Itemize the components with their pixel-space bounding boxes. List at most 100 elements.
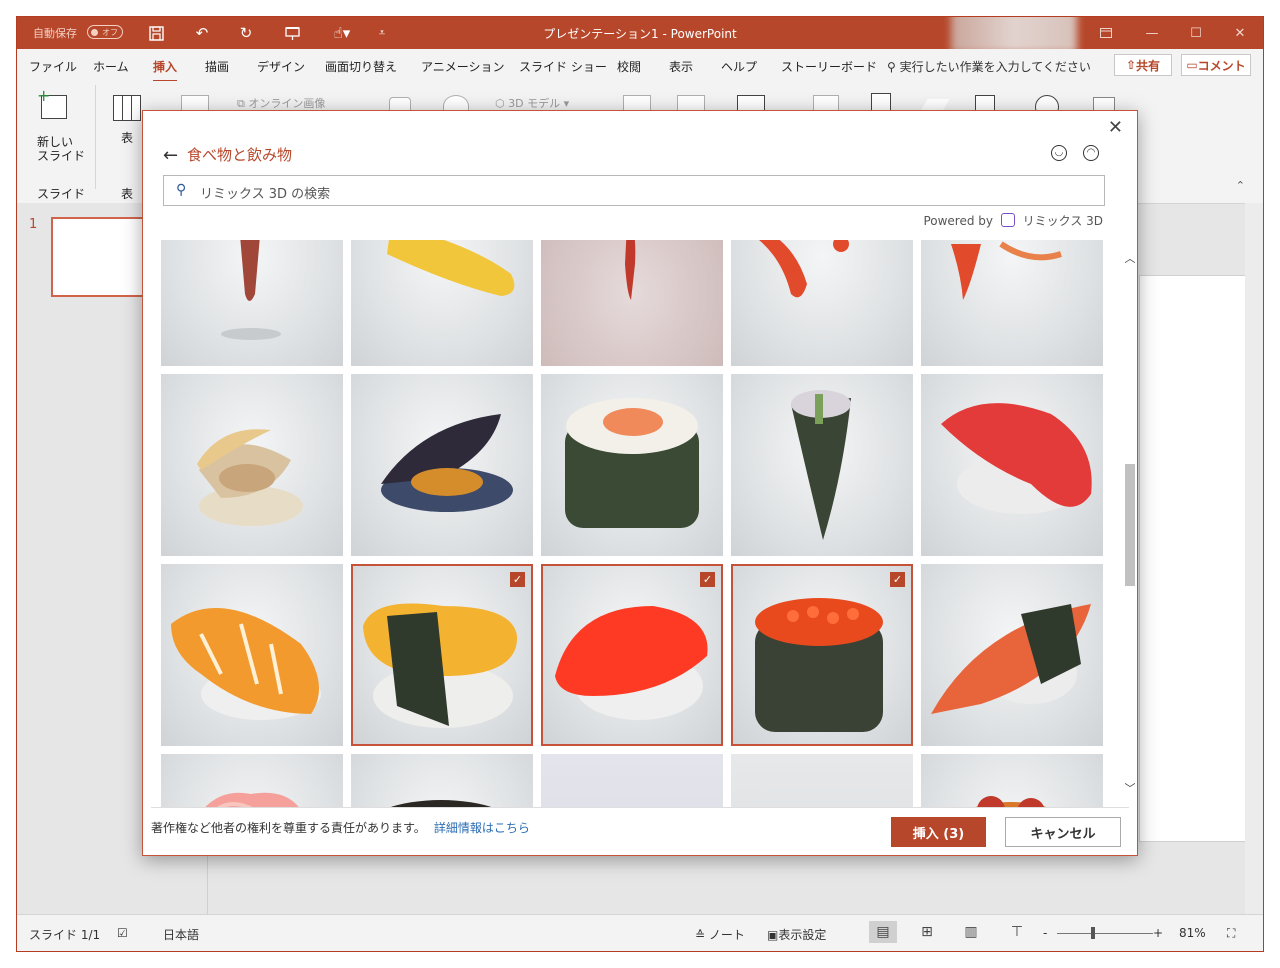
fit-slide-icon[interactable]: ⛶ (1227, 926, 1235, 941)
tab-help[interactable]: ヘルプ (721, 58, 757, 75)
checkbox-checked-icon[interactable]: ✓ (700, 572, 715, 587)
copyright-notice: 著作権など他者の権利を尊重する責任があります。 詳細情報はこちら (151, 819, 530, 836)
smile-feedback-icon[interactable]: ◡ (1051, 145, 1067, 161)
share-button[interactable]: ⇧ 共有 (1114, 54, 1172, 76)
model-tile-tuna-nigiri[interactable] (921, 374, 1103, 556)
zoom-level[interactable]: 81% (1179, 926, 1206, 940)
notes-label: ノート (708, 928, 745, 942)
title-bar: 自動保存 オフ ↶ ↻ ☝▾ ⩡ プレゼンテーション1 - PowerPoint… (17, 17, 1263, 53)
slide-number: 1 (29, 217, 38, 232)
main-scrollbar[interactable] (1245, 203, 1263, 916)
cancel-button[interactable]: キャンセル (1005, 817, 1121, 847)
slideshow-view-icon[interactable]: ⊤ (1003, 921, 1031, 943)
language-label[interactable]: 日本語 (163, 926, 199, 943)
model-tile-unagi-nigiri[interactable] (921, 564, 1103, 746)
zoom-slider-knob[interactable] (1091, 927, 1095, 939)
scrollbar-thumb[interactable] (1125, 464, 1135, 586)
model-tile-loading[interactable] (541, 754, 723, 808)
zoom-out-icon[interactable]: - (1043, 926, 1047, 940)
tab-animations[interactable]: アニメーション (421, 58, 505, 75)
zoom-in-icon[interactable]: + (1153, 926, 1163, 940)
reading-view-icon[interactable]: ▥ (957, 921, 985, 943)
display-settings-button[interactable]: ▣表示設定 (767, 926, 826, 943)
model-tile-shrimp[interactable] (921, 240, 1103, 366)
normal-view-icon[interactable]: ▤ (869, 921, 897, 943)
collapse-ribbon-icon[interactable]: ⌃ (1236, 179, 1245, 192)
powered-by-label: Powered by (923, 214, 993, 228)
tab-storyboard[interactable]: ストーリーボード (781, 58, 877, 75)
search-icon: ⚲ (887, 60, 900, 74)
model-tile-tamago-nigiri[interactable]: ✓ (351, 564, 533, 746)
search-placeholder: リミックス 3D の検索 (200, 187, 331, 202)
accessibility-icon[interactable]: ☑ (117, 926, 128, 940)
model-tile-ebi-nigiri[interactable] (161, 564, 343, 746)
model-tile-ikura-gunkan[interactable]: ✓ (731, 564, 913, 746)
slide-sorter-icon[interactable]: ⊞ (913, 921, 941, 943)
back-arrow-icon[interactable]: ← (163, 145, 178, 166)
restore-icon[interactable]: ☐ (1173, 17, 1219, 49)
powered-by-name: リミックス 3D (1022, 214, 1103, 228)
ribbon-display-icon[interactable] (1083, 17, 1129, 49)
model-tile-salmon-maki[interactable] (541, 374, 723, 556)
model-tile-sweet-potato[interactable] (161, 240, 343, 366)
comment-label: コメント (1197, 58, 1246, 73)
online-images-icon: ⧉ (237, 97, 249, 110)
plus-icon: + (37, 86, 51, 105)
tab-review[interactable]: 校閲 (617, 58, 641, 75)
insert-button[interactable]: 挿入 (3) (891, 817, 986, 847)
table-label[interactable]: 表 (121, 129, 133, 146)
model-tile-chili[interactable] (541, 240, 723, 366)
model-tile-spaghetti-meatballs[interactable] (921, 754, 1103, 808)
slide-canvas[interactable] (1139, 275, 1249, 842)
category-title: 食べ物と飲み物 (187, 146, 293, 164)
tab-file[interactable]: ファイル (29, 58, 77, 75)
frown-feedback-icon[interactable]: ◠ (1083, 145, 1099, 161)
model-tile-gari-ginger[interactable] (161, 754, 343, 808)
model-tile-loading-2[interactable] (731, 754, 913, 808)
tab-insert[interactable]: 挿入 (153, 58, 178, 82)
share-icon: ⇧ (1125, 58, 1137, 72)
3d-models-label: 3D モデル (508, 97, 561, 110)
scroll-down-icon[interactable]: ﹀ (1123, 780, 1137, 796)
3d-models-button[interactable]: ⬡ 3D モデル ▾ (495, 95, 569, 111)
model-tile-maguro-nigiri[interactable]: ✓ (541, 564, 723, 746)
new-slide-label[interactable]: 新しい スライド (37, 135, 85, 163)
model-tile-clam[interactable] (161, 374, 343, 556)
tab-design[interactable]: デザイン (257, 58, 305, 75)
comment-icon: ▭ (1186, 58, 1198, 72)
tab-home[interactable]: ホーム (93, 58, 129, 75)
model-tile-temaki[interactable] (731, 374, 913, 556)
dialog-scrollbar[interactable]: ︿ ﹀ (1123, 240, 1137, 808)
powered-by: Powered by リミックス 3D (923, 212, 1103, 229)
search-input[interactable]: ⚲ リミックス 3D の検索 (163, 175, 1105, 206)
slide-info: スライド 1/1 (29, 928, 101, 942)
model-tile-mussel[interactable] (351, 374, 533, 556)
tab-transitions[interactable]: 画面切り替え (325, 58, 397, 75)
checkbox-checked-icon[interactable]: ✓ (510, 572, 525, 587)
search-icon: ⚲ (176, 182, 187, 198)
learn-more-link[interactable]: 詳細情報はこちら (434, 821, 530, 835)
model-tile-corn[interactable] (351, 240, 533, 366)
group-slides-label: スライド (37, 187, 86, 201)
checkbox-checked-icon[interactable]: ✓ (890, 572, 905, 587)
minimize-icon[interactable]: — (1129, 17, 1175, 49)
tab-view[interactable]: 表示 (669, 58, 693, 75)
tab-slideshow[interactable]: スライド ショー (519, 58, 607, 75)
model-tile-lobster[interactable] (731, 240, 913, 366)
close-icon[interactable]: ✕ (1217, 17, 1263, 49)
model-tile-soy-sauce-bowl[interactable] (351, 754, 533, 808)
tell-me-search[interactable]: ⚲ 実行したい作業を入力してください (887, 58, 1091, 75)
scroll-up-icon[interactable]: ︿ (1123, 250, 1137, 266)
online-images-button[interactable]: ⧉ オンライン画像 (237, 95, 325, 111)
tab-draw[interactable]: 描画 (205, 58, 229, 75)
notes-icon: ≙ (695, 928, 709, 942)
notes-button[interactable]: ≙ ノート (695, 926, 745, 943)
table-icon[interactable] (113, 95, 141, 121)
comment-button[interactable]: ▭ コメント (1181, 54, 1251, 76)
online-3d-models-dialog: ✕ ← 食べ物と飲み物 ◡ ◠ ⚲ リミックス 3D の検索 Powered b… (142, 110, 1138, 856)
zoom-slider[interactable] (1057, 933, 1153, 934)
display-settings-label: 表示設定 (778, 928, 827, 942)
account-name-blurred (951, 17, 1077, 53)
ribbon-tabs: ファイル ホーム 挿入 描画 デザイン 画面切り替え アニメーション スライド … (17, 49, 1263, 82)
close-icon[interactable]: ✕ (1108, 117, 1123, 138)
